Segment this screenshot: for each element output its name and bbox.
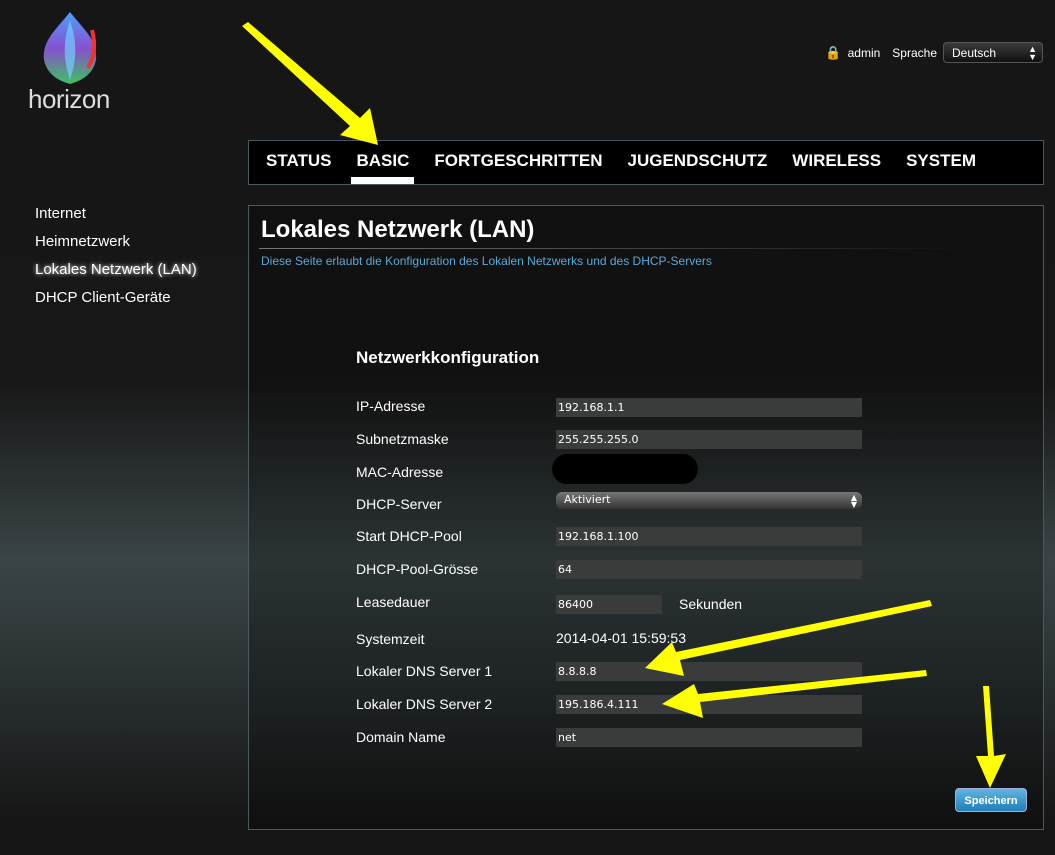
page-title: Lokales Netzwerk (LAN) — [261, 216, 535, 243]
domain-label: Domain Name — [356, 729, 446, 745]
lease-input[interactable] — [556, 595, 662, 614]
ip-input[interactable] — [556, 398, 862, 417]
page-description: Diese Seite erlaubt die Konfiguration de… — [261, 254, 712, 268]
top-right-bar: 🔒 admin Sprache Deutsch ▲ ▼ — [825, 42, 1043, 63]
select-arrows-icon: ▲ ▼ — [850, 493, 857, 509]
lease-label: Leasedauer — [356, 594, 430, 610]
tab-fortgeschritten[interactable]: FORTGESCHRITTEN — [434, 140, 602, 185]
save-button[interactable]: Speichern — [955, 788, 1027, 812]
title-divider — [259, 248, 969, 249]
dhcp-value: Aktiviert — [564, 493, 611, 506]
time-label: Systemzeit — [356, 631, 425, 647]
subnet-label: Subnetzmaske — [356, 431, 449, 447]
mac-label: MAC-Adresse — [356, 464, 444, 480]
tab-wireless[interactable]: WIRELESS — [792, 140, 881, 185]
logo-text: horizon — [28, 84, 110, 114]
time-value: 2014-04-01 15:59:53 — [556, 630, 686, 646]
tab-system[interactable]: SYSTEM — [906, 140, 976, 185]
sidebar-item-heimnetzwerk[interactable]: Heimnetzwerk — [35, 233, 197, 261]
dhcp-select[interactable]: Aktiviert ▲ ▼ — [556, 492, 862, 509]
dns2-label: Lokaler DNS Server 2 — [356, 696, 493, 712]
main-nav: STATUS BASIC FORTGESCHRITTEN JUGENDSCHUT… — [248, 140, 1044, 185]
language-select[interactable]: Deutsch ▲ ▼ — [943, 42, 1043, 63]
tab-status[interactable]: STATUS — [266, 140, 331, 185]
dns1-input[interactable] — [556, 662, 862, 681]
sidebar: Internet Heimnetzwerk Lokales Netzwerk (… — [35, 205, 197, 317]
lock-icon: 🔒 — [825, 44, 842, 60]
dhcp-label: DHCP-Server — [356, 496, 442, 512]
tab-jugendschutz[interactable]: JUGENDSCHUTZ — [628, 140, 768, 185]
arrow-annotation-icon — [242, 22, 378, 145]
language-value: Deutsch — [952, 46, 997, 60]
domain-input[interactable] — [556, 728, 862, 747]
section-title: Netzwerkkonfiguration — [356, 348, 540, 367]
tab-basic[interactable]: BASIC — [351, 140, 415, 185]
dns2-input[interactable] — [556, 695, 862, 714]
sidebar-item-lan[interactable]: Lokales Netzwerk (LAN) — [35, 261, 197, 289]
select-arrows-icon: ▲ ▼ — [1028, 44, 1037, 62]
pool-start-input[interactable] — [556, 527, 862, 546]
pool-size-input[interactable] — [556, 560, 862, 579]
dns1-label: Lokaler DNS Server 1 — [356, 663, 493, 679]
pool-start-label: Start DHCP-Pool — [356, 528, 462, 544]
pool-size-label: DHCP-Pool-Grösse — [356, 561, 479, 577]
horizon-logo-icon — [43, 12, 97, 84]
language-label: Sprache — [892, 45, 937, 60]
subnet-input[interactable] — [556, 430, 862, 449]
content-panel: Lokales Netzwerk (LAN) Diese Seite erlau… — [248, 205, 1044, 830]
sidebar-item-dhcp-clients[interactable]: DHCP Client-Geräte — [35, 289, 197, 317]
ip-label: IP-Adresse — [356, 398, 426, 414]
user-name: admin — [847, 45, 881, 60]
sidebar-item-internet[interactable]: Internet — [35, 205, 197, 233]
lease-unit: Sekunden — [679, 596, 743, 612]
mac-redacted — [552, 454, 698, 484]
